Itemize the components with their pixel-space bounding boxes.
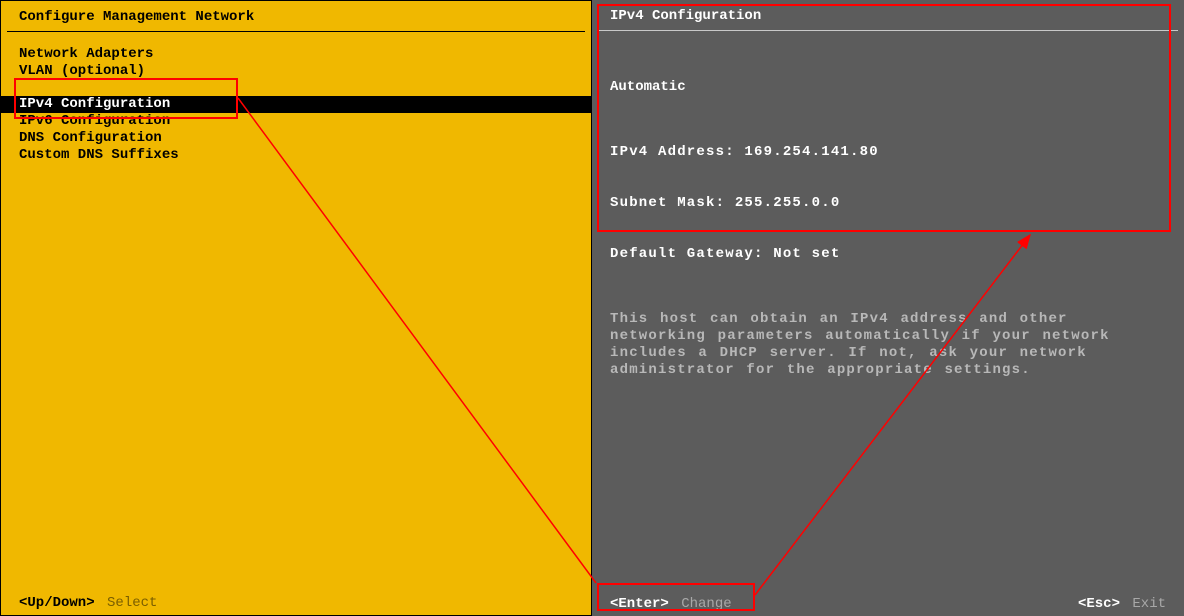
menu-item-dns-suffixes[interactable]: Custom DNS Suffixes <box>1 147 591 164</box>
updown-label: Select <box>107 595 157 611</box>
detail-block: Automatic IPv4 Address: 169.254.141.80 S… <box>592 45 1184 413</box>
divider-right <box>598 30 1178 31</box>
updown-key: <Up/Down> <box>19 595 95 611</box>
subnet-mask: Subnet Mask: 255.255.0.0 <box>610 195 1166 212</box>
left-pane: Configure Management Network Network Ada… <box>0 0 592 616</box>
description-text: This host can obtain an IPv4 address and… <box>610 311 1166 379</box>
left-footer: <Up/Down> Select <box>1 591 591 615</box>
left-title: Configure Management Network <box>1 9 591 31</box>
ipv4-address: IPv4 Address: 169.254.141.80 <box>610 144 1166 161</box>
default-gateway: Default Gateway: Not set <box>610 246 1166 263</box>
enter-key[interactable]: <Enter> <box>610 596 669 612</box>
right-title: IPv4 Configuration <box>592 8 1184 30</box>
detail-heading: Automatic <box>610 79 1166 96</box>
right-pane: IPv4 Configuration Automatic IPv4 Addres… <box>592 0 1184 616</box>
divider <box>7 31 585 32</box>
menu-item-vlan[interactable]: VLAN (optional) <box>1 63 591 80</box>
esc-label: Exit <box>1132 596 1166 612</box>
menu-item-ipv4[interactable]: IPv4 Configuration <box>1 96 591 113</box>
menu-item-dns[interactable]: DNS Configuration <box>1 130 591 147</box>
menu-list: Network Adapters VLAN (optional) IPv4 Co… <box>1 46 591 164</box>
esc-key[interactable]: <Esc> <box>1078 596 1120 612</box>
menu-item-ipv6[interactable]: IPv6 Configuration <box>1 113 591 130</box>
menu-item-network-adapters[interactable]: Network Adapters <box>1 46 591 63</box>
menu-spacer <box>1 80 591 96</box>
enter-label: Change <box>681 596 731 612</box>
right-footer: <Enter> Change <Esc> Exit <box>592 592 1184 616</box>
